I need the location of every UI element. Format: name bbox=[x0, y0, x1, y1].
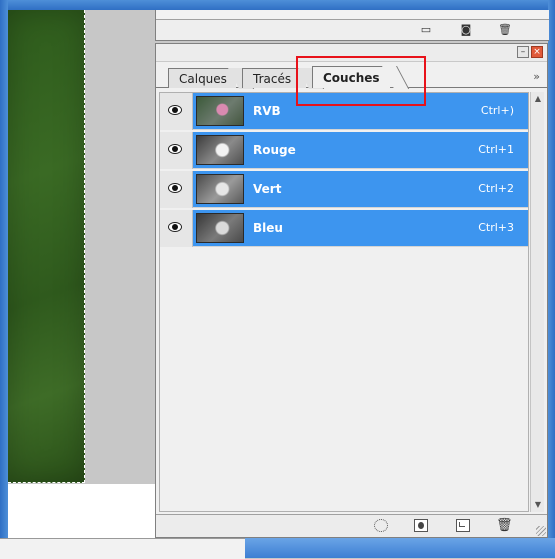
channel-shortcut: Ctrl+2 bbox=[478, 182, 514, 195]
close-icon[interactable]: × bbox=[531, 46, 543, 58]
delete-channel-icon[interactable]: 🗑 bbox=[496, 519, 513, 532]
window-frame-left bbox=[0, 0, 8, 558]
trash-icon[interactable]: 🗑 bbox=[498, 23, 512, 36]
channel-name: Rouge bbox=[253, 143, 296, 157]
channels-panel: – × Calques Tracés Couches » RVB Ctrl+) bbox=[155, 43, 548, 538]
highlight-box bbox=[296, 56, 426, 106]
channel-shortcut: Ctrl+3 bbox=[478, 221, 514, 234]
upper-panel-toolbar: ▭ ◙ 🗑 bbox=[156, 19, 549, 40]
channel-thumbnail bbox=[196, 96, 244, 126]
channel-shortcut: Ctrl+) bbox=[480, 104, 514, 117]
panel-menu-button[interactable]: » bbox=[533, 70, 540, 83]
document-image-selection[interactable] bbox=[8, 10, 85, 483]
channel-row-bleu[interactable]: Bleu Ctrl+3 bbox=[160, 210, 528, 247]
channel-row-vert[interactable]: Vert Ctrl+2 bbox=[160, 171, 528, 208]
camera-icon[interactable]: ◙ bbox=[459, 23, 473, 36]
channel-thumbnail bbox=[196, 174, 244, 204]
canvas-white-area bbox=[8, 484, 155, 538]
channel-name: Vert bbox=[253, 182, 282, 196]
window-frame-right bbox=[548, 0, 555, 558]
save-selection-icon[interactable] bbox=[414, 519, 428, 532]
channel-thumbnail bbox=[196, 213, 244, 243]
load-selection-icon[interactable] bbox=[374, 519, 388, 532]
channel-name: RVB bbox=[253, 104, 281, 118]
status-bar-left bbox=[0, 538, 245, 559]
minimize-icon[interactable]: – bbox=[517, 46, 529, 58]
channel-selection[interactable]: Rouge Ctrl+1 bbox=[193, 132, 528, 168]
scroll-up-icon[interactable]: ▲ bbox=[533, 94, 543, 104]
scroll-down-icon[interactable]: ▼ bbox=[533, 500, 543, 510]
visibility-toggle[interactable] bbox=[160, 171, 193, 208]
window-frame-top bbox=[0, 0, 555, 10]
status-bar-right bbox=[245, 538, 555, 558]
eye-icon bbox=[168, 105, 182, 115]
channel-thumbnail bbox=[196, 135, 244, 165]
panel-footer: 🗑 bbox=[156, 514, 547, 537]
channel-list-scrollbar[interactable]: ▲ ▼ bbox=[530, 92, 544, 512]
visibility-toggle[interactable] bbox=[160, 210, 193, 247]
channel-row-rouge[interactable]: Rouge Ctrl+1 bbox=[160, 132, 528, 169]
visibility-toggle[interactable] bbox=[160, 93, 193, 130]
document-canvas[interactable] bbox=[8, 10, 155, 538]
channel-selection[interactable]: Vert Ctrl+2 bbox=[193, 171, 528, 207]
tab-calques[interactable]: Calques bbox=[168, 68, 236, 88]
channel-name: Bleu bbox=[253, 221, 283, 235]
channel-selection[interactable]: Bleu Ctrl+3 bbox=[193, 210, 528, 246]
eye-icon bbox=[168, 183, 182, 193]
upper-panel: ▭ ◙ 🗑 bbox=[155, 10, 549, 41]
new-layer-icon[interactable]: ▭ bbox=[419, 23, 433, 36]
eye-icon bbox=[168, 222, 182, 232]
visibility-toggle[interactable] bbox=[160, 132, 193, 169]
resize-grip-icon[interactable] bbox=[536, 526, 546, 536]
new-channel-icon[interactable] bbox=[456, 519, 470, 532]
channel-shortcut: Ctrl+1 bbox=[478, 143, 514, 156]
eye-icon bbox=[168, 144, 182, 154]
channel-list: RVB Ctrl+) Rouge Ctrl+1 Vert Ctrl+2 Bleu… bbox=[159, 92, 529, 512]
